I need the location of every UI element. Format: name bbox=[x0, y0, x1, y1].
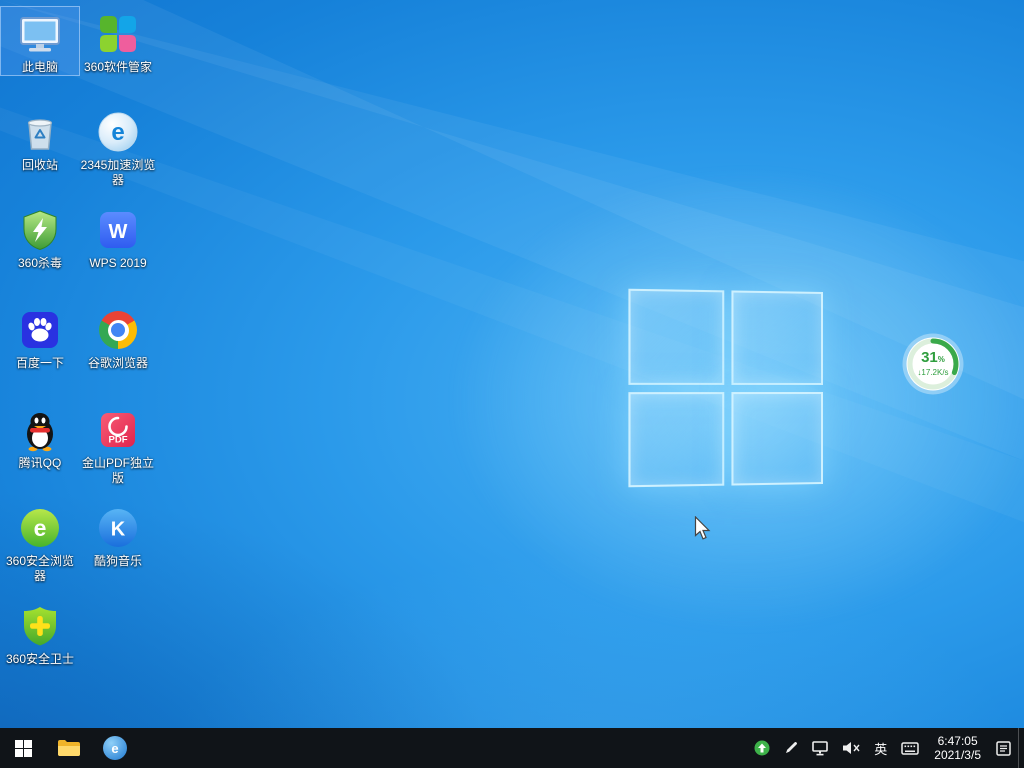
desktop-icon-label: 百度一下 bbox=[16, 356, 64, 371]
desktop-icon-360-software-manager[interactable]: 360软件管家 bbox=[79, 7, 157, 75]
download-speed: ↓17.2K/s bbox=[917, 368, 948, 378]
action-center-icon[interactable] bbox=[989, 728, 1018, 768]
file-explorer-icon bbox=[57, 738, 81, 758]
desktop-icon-label: 2345加速浏览器 bbox=[80, 158, 156, 188]
taskbar-file-explorer[interactable] bbox=[46, 728, 92, 768]
progress-unit: % bbox=[938, 355, 945, 364]
svg-text:K: K bbox=[111, 519, 126, 541]
tray-network-icon[interactable] bbox=[805, 728, 835, 768]
start-button[interactable] bbox=[0, 728, 46, 768]
2345-browser-icon: e bbox=[94, 108, 142, 156]
desktop-icon-recycle-bin[interactable]: 回收站 bbox=[1, 105, 79, 173]
clock-time: 6:47:05 bbox=[934, 734, 981, 748]
recycle-bin-icon bbox=[16, 108, 64, 156]
windows-logo-pane bbox=[628, 392, 723, 488]
svg-text:e: e bbox=[111, 119, 124, 146]
windows-logo-pane bbox=[731, 392, 823, 486]
desktop-icon-kugou-music[interactable]: K 酷狗音乐 bbox=[79, 501, 157, 569]
desktop-icon-kingsoft-pdf[interactable]: PDF 金山PDF独立版 bbox=[79, 403, 157, 486]
desktop-icon-360-secure-browser[interactable]: e 360安全浏览器 bbox=[1, 501, 79, 584]
chrome-icon bbox=[94, 306, 142, 354]
windows-start-icon bbox=[15, 740, 32, 757]
desktop-icon-chrome[interactable]: 谷歌浏览器 bbox=[79, 303, 157, 371]
desktop-icon-baidu[interactable]: 百度一下 bbox=[1, 303, 79, 371]
desktop-icon-label: 谷歌浏览器 bbox=[88, 356, 148, 371]
tray-360-icon[interactable] bbox=[747, 728, 777, 768]
taskbar-browser[interactable]: e bbox=[92, 728, 138, 768]
this-pc-icon bbox=[16, 10, 64, 58]
desktop-wallpaper: 此电脑 360软件管家 回收站 bbox=[0, 0, 1024, 768]
desktop-icon-2345-browser[interactable]: e 2345加速浏览器 bbox=[79, 105, 157, 188]
desktop-icon-qq[interactable]: 腾讯QQ bbox=[1, 403, 79, 471]
progress-percent: 31 bbox=[921, 349, 938, 366]
taskbar: e 英 bbox=[0, 728, 1024, 768]
desktop-icon-360-safe-guard[interactable]: 360安全卫士 bbox=[1, 599, 79, 667]
desktop-icon-360-antivirus[interactable]: 360杀毒 bbox=[1, 203, 79, 271]
wps-2019-icon: W bbox=[94, 206, 142, 254]
desktop-icon-label: 360安全浏览器 bbox=[2, 554, 78, 584]
desktop-icon-label: 此电脑 bbox=[22, 60, 58, 75]
tray-touch-keyboard-icon[interactable] bbox=[894, 728, 926, 768]
browser-e-icon: e bbox=[103, 736, 127, 760]
desktop-icon-label: 回收站 bbox=[22, 158, 58, 173]
desktop-icon-this-pc[interactable]: 此电脑 bbox=[1, 7, 79, 75]
desktop-icon-wps-2019[interactable]: W WPS 2019 bbox=[79, 203, 157, 271]
tray-volume-muted-icon[interactable] bbox=[835, 728, 867, 768]
desktop-icon-label: 360安全卫士 bbox=[6, 652, 74, 667]
tray-clock[interactable]: 6:47:05 2021/3/5 bbox=[926, 734, 989, 762]
system-tray: 英 6:47:05 2021/3/5 bbox=[747, 728, 1024, 768]
progress-text: 31% ↓17.2K/s bbox=[901, 332, 965, 396]
baidu-paw-icon bbox=[16, 306, 64, 354]
tray-ime-indicator[interactable]: 英 bbox=[867, 728, 894, 768]
360-antivirus-icon bbox=[16, 206, 64, 254]
desktop-icon-label: 酷狗音乐 bbox=[94, 554, 142, 569]
360-safe-guard-icon bbox=[16, 602, 64, 650]
desktop-icon-label: 金山PDF独立版 bbox=[80, 456, 156, 486]
tray-pen-icon[interactable] bbox=[777, 728, 805, 768]
svg-text:PDF: PDF bbox=[109, 435, 128, 446]
qq-penguin-icon bbox=[16, 406, 64, 454]
download-progress-ball[interactable]: 31% ↓17.2K/s bbox=[901, 332, 965, 396]
windows-logo bbox=[628, 289, 823, 488]
svg-text:W: W bbox=[109, 221, 128, 243]
windows-logo-pane bbox=[628, 289, 723, 385]
clock-date: 2021/3/5 bbox=[934, 748, 981, 762]
desktop-icon-label: WPS 2019 bbox=[89, 256, 146, 271]
desktop-icon-label: 360软件管家 bbox=[84, 60, 152, 75]
svg-text:e: e bbox=[34, 515, 47, 541]
360-software-manager-icon bbox=[94, 10, 142, 58]
desktop-icon-label: 腾讯QQ bbox=[19, 456, 62, 471]
kingsoft-pdf-icon: PDF bbox=[94, 406, 142, 454]
windows-logo-pane bbox=[731, 290, 823, 384]
show-desktop-button[interactable] bbox=[1018, 728, 1024, 768]
desktop-icon-label: 360杀毒 bbox=[18, 256, 62, 271]
kugou-music-icon: K bbox=[94, 504, 142, 552]
360-secure-browser-icon: e bbox=[16, 504, 64, 552]
